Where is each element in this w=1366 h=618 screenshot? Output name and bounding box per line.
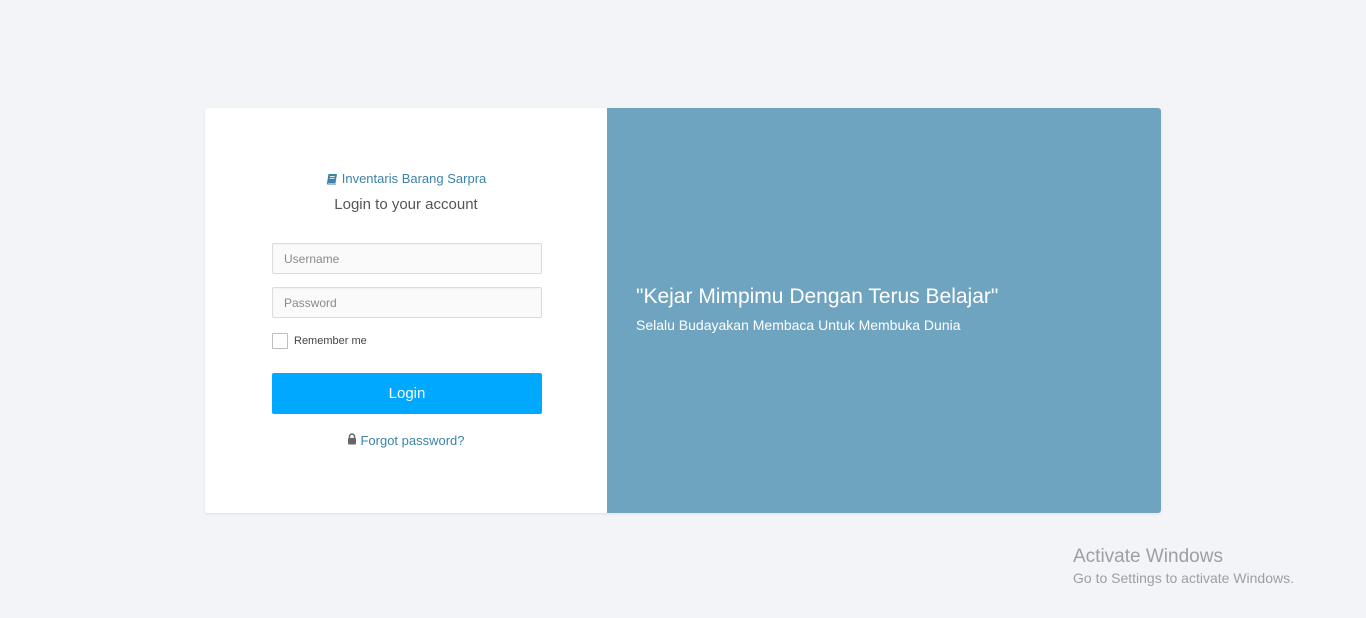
password-input[interactable] xyxy=(272,287,542,318)
login-subtitle: Login to your account xyxy=(334,196,478,213)
username-input[interactable] xyxy=(272,243,542,274)
watermark-title: Activate Windows xyxy=(1073,546,1223,567)
remember-me[interactable]: Remember me xyxy=(272,333,367,349)
hero-quote: "Kejar Mimpimu Dengan Terus Belajar" xyxy=(636,285,999,308)
login-button[interactable]: Login xyxy=(272,373,542,414)
hero-tagline: Selalu Budayakan Membaca Untuk Membuka D… xyxy=(636,317,961,333)
lock-icon xyxy=(347,433,357,448)
activate-windows-watermark: Activate Windows Go to Settings to activ… xyxy=(1073,546,1294,586)
login-card: Inventaris Barang Sarpra Login to your a… xyxy=(205,108,1161,513)
brand: Inventaris Barang Sarpra xyxy=(205,171,607,186)
book-icon xyxy=(326,173,338,185)
login-panel: Inventaris Barang Sarpra Login to your a… xyxy=(205,108,607,513)
remember-me-label: Remember me xyxy=(294,335,367,347)
hero-panel: "Kejar Mimpimu Dengan Terus Belajar" Sel… xyxy=(607,108,1161,513)
watermark-subtitle: Go to Settings to activate Windows. xyxy=(1073,570,1294,586)
forgot-password-label: Forgot password? xyxy=(360,433,465,448)
remember-me-checkbox[interactable] xyxy=(272,333,288,349)
brand-label: Inventaris Barang Sarpra xyxy=(341,171,487,186)
forgot-password-link[interactable]: Forgot password? xyxy=(205,433,607,448)
